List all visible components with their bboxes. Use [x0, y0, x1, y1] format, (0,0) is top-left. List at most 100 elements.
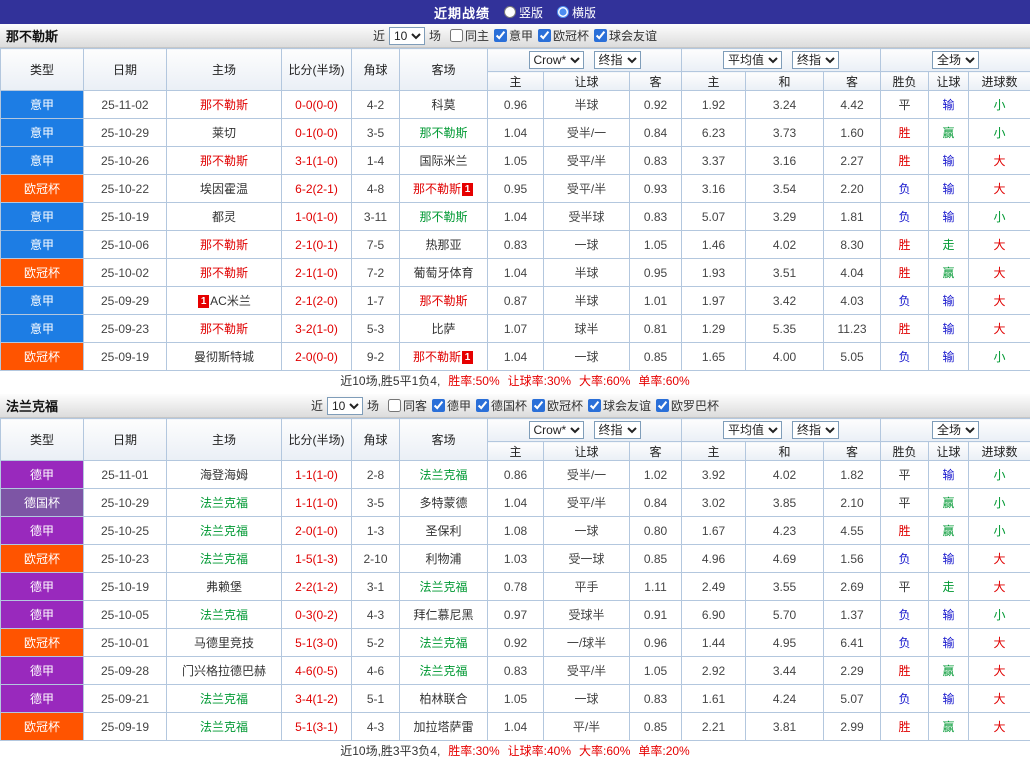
away-team[interactable]: 国际米兰 — [400, 147, 488, 175]
match-score[interactable]: 2-0(0-0) — [282, 343, 352, 371]
layout-horizontal-radio[interactable] — [557, 6, 569, 18]
odds-source-select[interactable]: Crow* — [529, 421, 584, 439]
away-team[interactable]: 柏林联合 — [400, 685, 488, 713]
match-score[interactable]: 1-1(1-0) — [282, 461, 352, 489]
away-team[interactable]: 那不勒斯 — [400, 203, 488, 231]
away-team[interactable]: 葡萄牙体育 — [400, 259, 488, 287]
home-team[interactable]: 曼彻斯特城 — [167, 343, 282, 371]
avg-source-select[interactable]: 平均值 — [723, 421, 782, 439]
home-team[interactable]: 法兰克福 — [167, 545, 282, 573]
match-score[interactable]: 5-1(3-1) — [282, 713, 352, 741]
filter-checkbox[interactable] — [388, 399, 401, 412]
match-score[interactable]: 3-4(1-2) — [282, 685, 352, 713]
match-score[interactable]: 3-1(1-0) — [282, 147, 352, 175]
home-team[interactable]: 那不勒斯 — [167, 315, 282, 343]
home-team[interactable]: 都灵 — [167, 203, 282, 231]
match-score[interactable]: 2-0(1-0) — [282, 517, 352, 545]
match-score[interactable]: 0-0(0-0) — [282, 91, 352, 119]
avg-source-select[interactable]: 平均值 — [723, 51, 782, 69]
filter-option-欧冠杯[interactable]: 欧冠杯 — [538, 27, 589, 44]
home-team[interactable]: 法兰克福 — [167, 685, 282, 713]
match-score[interactable]: 3-2(1-0) — [282, 315, 352, 343]
away-team[interactable]: 法兰克福 — [400, 629, 488, 657]
filter-checkbox[interactable] — [538, 29, 551, 42]
filter-option-球会友谊[interactable]: 球会友谊 — [588, 397, 651, 414]
odds-source-select[interactable]: Crow* — [529, 51, 584, 69]
filter-option-同主[interactable]: 同主 — [450, 27, 489, 44]
match-score[interactable]: 4-6(0-5) — [282, 657, 352, 685]
home-team[interactable]: 莱切 — [167, 119, 282, 147]
home-team[interactable]: 门兴格拉德巴赫 — [167, 657, 282, 685]
home-team[interactable]: 法兰克福 — [167, 601, 282, 629]
home-team[interactable]: 马德里竞技 — [167, 629, 282, 657]
away-team[interactable]: 法兰克福 — [400, 573, 488, 601]
team-name-text: 都灵 — [212, 210, 236, 224]
home-team[interactable]: 弗赖堡 — [167, 573, 282, 601]
layout-vertical-radio[interactable] — [504, 6, 516, 18]
away-team[interactable]: 那不勒斯 — [400, 287, 488, 315]
avg-time-select[interactable]: 终指 — [792, 421, 839, 439]
home-team[interactable]: 埃因霍温 — [167, 175, 282, 203]
away-team[interactable]: 比萨 — [400, 315, 488, 343]
home-team[interactable]: 那不勒斯 — [167, 91, 282, 119]
away-team[interactable]: 那不勒斯 — [400, 119, 488, 147]
match-score[interactable]: 5-1(3-0) — [282, 629, 352, 657]
away-team[interactable]: 那不勒斯1 — [400, 175, 488, 203]
away-team[interactable]: 法兰克福 — [400, 461, 488, 489]
away-team[interactable]: 利物浦 — [400, 545, 488, 573]
filter-option-德甲[interactable]: 德甲 — [432, 397, 471, 414]
home-team[interactable]: 法兰克福 — [167, 517, 282, 545]
filter-games-select[interactable]: 10 — [327, 397, 363, 415]
filter-checkbox[interactable] — [532, 399, 545, 412]
filter-checkbox[interactable] — [432, 399, 445, 412]
odds-time-select[interactable]: 终指 — [594, 421, 641, 439]
filter-checkbox[interactable] — [656, 399, 669, 412]
filter-checkbox[interactable] — [476, 399, 489, 412]
away-team[interactable]: 拜仁慕尼黑 — [400, 601, 488, 629]
layout-option-horizontal[interactable]: 横版 — [557, 4, 596, 21]
odds-time-select[interactable]: 终指 — [594, 51, 641, 69]
result-handicap: 输 — [929, 545, 969, 573]
scope-select[interactable]: 全场 — [932, 51, 979, 69]
home-team[interactable]: 法兰克福 — [167, 489, 282, 517]
home-team[interactable]: 1AC米兰 — [167, 287, 282, 315]
away-team[interactable]: 科莫 — [400, 91, 488, 119]
filter-option-德国杯[interactable]: 德国杯 — [476, 397, 527, 414]
match-score[interactable]: 2-1(2-0) — [282, 287, 352, 315]
match-score[interactable]: 1-0(1-0) — [282, 203, 352, 231]
filter-checkbox[interactable] — [494, 29, 507, 42]
match-score[interactable]: 1-1(1-0) — [282, 489, 352, 517]
match-score[interactable]: 2-1(1-0) — [282, 259, 352, 287]
match-score[interactable]: 1-5(1-3) — [282, 545, 352, 573]
away-team[interactable]: 法兰克福 — [400, 657, 488, 685]
match-score[interactable]: 0-1(0-0) — [282, 119, 352, 147]
filter-option-同客[interactable]: 同客 — [388, 397, 427, 414]
away-team[interactable]: 热那亚 — [400, 231, 488, 259]
avg-odds-away: 4.42 — [824, 91, 881, 119]
match-score[interactable]: 2-2(1-2) — [282, 573, 352, 601]
corner-score: 9-2 — [352, 343, 400, 371]
filter-option-欧冠杯[interactable]: 欧冠杯 — [532, 397, 583, 414]
filter-checkbox[interactable] — [594, 29, 607, 42]
match-score[interactable]: 0-3(0-2) — [282, 601, 352, 629]
away-team[interactable]: 圣保利 — [400, 517, 488, 545]
home-team[interactable]: 那不勒斯 — [167, 147, 282, 175]
filter-option-欧罗巴杯[interactable]: 欧罗巴杯 — [656, 397, 719, 414]
match-score[interactable]: 6-2(2-1) — [282, 175, 352, 203]
filter-checkbox[interactable] — [588, 399, 601, 412]
home-team[interactable]: 那不勒斯 — [167, 231, 282, 259]
away-team[interactable]: 那不勒斯1 — [400, 343, 488, 371]
match-score[interactable]: 2-1(0-1) — [282, 231, 352, 259]
home-team[interactable]: 那不勒斯 — [167, 259, 282, 287]
away-team[interactable]: 加拉塔萨雷 — [400, 713, 488, 741]
scope-select[interactable]: 全场 — [932, 421, 979, 439]
avg-time-select[interactable]: 终指 — [792, 51, 839, 69]
home-team[interactable]: 法兰克福 — [167, 713, 282, 741]
home-team[interactable]: 海登海姆 — [167, 461, 282, 489]
filter-games-select[interactable]: 10 — [389, 27, 425, 45]
layout-option-vertical[interactable]: 竖版 — [504, 4, 543, 21]
filter-option-意甲[interactable]: 意甲 — [494, 27, 533, 44]
filter-option-球会友谊[interactable]: 球会友谊 — [594, 27, 657, 44]
away-team[interactable]: 多特蒙德 — [400, 489, 488, 517]
filter-checkbox[interactable] — [450, 29, 463, 42]
